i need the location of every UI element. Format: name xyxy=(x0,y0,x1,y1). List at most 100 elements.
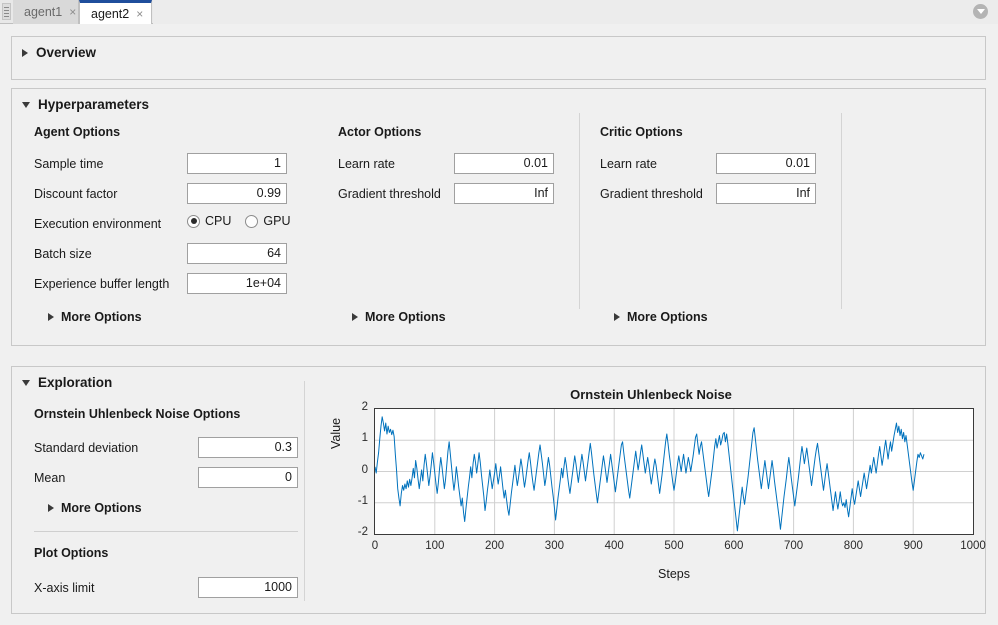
radio-gpu-label: GPU xyxy=(263,214,291,228)
exploration-divider xyxy=(34,531,298,532)
critic-more-options-label: More Options xyxy=(627,310,708,324)
chart-x-tick-label: 600 xyxy=(724,540,744,552)
exploration-controls-column: Ornstein Uhlenbeck Noise Options Standar… xyxy=(34,407,309,598)
tab-agent2[interactable]: agent2 × xyxy=(79,0,152,24)
chart-y-tick-label: -1 xyxy=(357,494,368,507)
execution-environment-radio-group: CPU GPU xyxy=(187,214,291,228)
critic-more-options-toggle[interactable]: More Options xyxy=(614,310,708,324)
section-exploration: Exploration Ornstein Uhlenbeck Noise Opt… xyxy=(11,366,986,614)
chart-x-tick-label: 200 xyxy=(485,540,505,552)
exploration-more-options-toggle[interactable]: More Options xyxy=(48,501,142,515)
chevron-right-icon xyxy=(352,313,358,321)
field-experience-buffer-length: Experience buffer length xyxy=(34,273,169,295)
experience-buffer-length-label: Experience buffer length xyxy=(34,277,170,291)
section-hyperparameters-title: Hyperparameters xyxy=(38,97,150,112)
critic-options-group-label: Critic Options xyxy=(600,125,683,139)
close-icon[interactable]: × xyxy=(136,8,143,20)
execution-environment-label: Execution environment xyxy=(34,217,162,231)
field-actor-learn-rate: Learn rate xyxy=(338,153,395,175)
field-critic-gradient-threshold: Gradient threshold xyxy=(600,183,703,205)
tab-bar-filler xyxy=(153,0,998,24)
standard-deviation-label: Standard deviation xyxy=(34,441,139,455)
column-divider xyxy=(579,113,580,309)
section-overview-title: Overview xyxy=(36,45,97,60)
tab-agent1[interactable]: agent1 × xyxy=(13,0,79,24)
chart-x-tick-label: 300 xyxy=(544,540,564,552)
chevron-right-icon xyxy=(48,313,54,321)
mean-label: Mean xyxy=(34,471,66,485)
actor-learn-rate-input[interactable]: 0.01 xyxy=(454,153,554,174)
chevron-right-icon xyxy=(48,504,54,512)
actor-gradient-threshold-input[interactable]: Inf xyxy=(454,183,554,204)
x-axis-limit-label: X-axis limit xyxy=(34,581,95,595)
chart-x-tick-label: 400 xyxy=(604,540,624,552)
agent-more-options-label: More Options xyxy=(61,310,142,324)
chart-x-tick-label: 900 xyxy=(903,540,923,552)
field-critic-learn-rate: Learn rate xyxy=(600,153,657,175)
radio-cpu-indicator xyxy=(187,214,200,228)
chevron-right-icon xyxy=(22,48,28,57)
section-hyperparameters-header[interactable]: Hyperparameters xyxy=(22,97,149,112)
chevron-down-icon xyxy=(22,101,30,108)
radio-cpu-label: CPU xyxy=(205,214,232,228)
section-hyperparameters: Hyperparameters Agent Options Sample tim… xyxy=(11,88,986,346)
chart-y-tick-label: 2 xyxy=(361,401,368,413)
critic-gradient-threshold-input[interactable]: Inf xyxy=(716,183,816,204)
chart-plot-area xyxy=(374,408,974,535)
sample-time-label: Sample time xyxy=(34,157,104,171)
chevron-down-glyph xyxy=(976,9,985,14)
section-overview-header[interactable]: Overview xyxy=(22,45,96,60)
field-x-axis-limit: X-axis limit xyxy=(34,577,94,599)
chevron-right-icon xyxy=(614,313,620,321)
field-sample-time: Sample time xyxy=(34,153,103,175)
agent-options-column: Agent Options Sample time 1 Discount fac… xyxy=(34,125,319,324)
panel-grip-handle[interactable] xyxy=(2,3,11,20)
actor-more-options-label: More Options xyxy=(365,310,446,324)
sample-time-input[interactable]: 1 xyxy=(187,153,287,174)
field-batch-size: Batch size xyxy=(34,243,92,265)
actor-options-group-label: Actor Options xyxy=(338,125,422,139)
field-actor-gradient-threshold: Gradient threshold xyxy=(338,183,441,205)
tab-bar: agent1 × agent2 × xyxy=(0,0,998,24)
chart-x-axis-label: Steps xyxy=(658,567,690,581)
x-axis-limit-input[interactable]: 1000 xyxy=(198,577,298,598)
experience-buffer-length-input[interactable]: 1e+04 xyxy=(187,273,287,294)
discount-factor-input[interactable]: 0.99 xyxy=(187,183,287,204)
batch-size-label: Batch size xyxy=(34,247,92,261)
actor-learn-rate-label: Learn rate xyxy=(338,157,395,171)
chart-x-tick-label: 500 xyxy=(664,540,684,552)
chart-y-tick-label: 0 xyxy=(361,463,368,476)
section-overview: Overview xyxy=(11,36,986,80)
critic-gradient-threshold-label: Gradient threshold xyxy=(600,187,703,201)
critic-learn-rate-label: Learn rate xyxy=(600,157,657,171)
section-exploration-title: Exploration xyxy=(38,375,113,390)
field-discount-factor: Discount factor xyxy=(34,183,117,205)
chevron-down-icon xyxy=(22,379,30,386)
radio-gpu-indicator xyxy=(245,214,259,228)
section-exploration-header[interactable]: Exploration xyxy=(22,375,112,390)
radio-gpu[interactable]: GPU xyxy=(245,214,291,228)
critic-learn-rate-input[interactable]: 0.01 xyxy=(716,153,816,174)
critic-options-column: Critic Options Learn rate 0.01 Gradient … xyxy=(600,125,860,324)
chart-x-tick-label: 100 xyxy=(425,540,445,552)
chart-title: Ornstein Uhlenbeck Noise xyxy=(570,387,732,402)
agent-more-options-toggle[interactable]: More Options xyxy=(48,310,142,324)
actor-gradient-threshold-label: Gradient threshold xyxy=(338,187,441,201)
plot-options-group-label: Plot Options xyxy=(34,546,109,560)
mean-input[interactable]: 0 xyxy=(198,467,298,488)
discount-factor-label: Discount factor xyxy=(34,187,118,201)
batch-size-input[interactable]: 64 xyxy=(187,243,287,264)
radio-cpu[interactable]: CPU xyxy=(187,214,231,228)
chart-y-axis-label: Value xyxy=(329,417,343,449)
actor-more-options-toggle[interactable]: More Options xyxy=(352,310,446,324)
standard-deviation-input[interactable]: 0.3 xyxy=(198,437,298,458)
chart-y-tick-label: -2 xyxy=(357,526,368,538)
column-divider xyxy=(841,113,842,309)
close-icon[interactable]: × xyxy=(69,6,76,18)
field-execution-environment: Execution environment xyxy=(34,213,161,235)
chart-x-tick-label: 1000 xyxy=(960,540,986,552)
chevron-down-circle-icon[interactable] xyxy=(973,4,988,19)
chart-x-tick-label: 800 xyxy=(843,540,863,552)
actor-options-column: Actor Options Learn rate 0.01 Gradient t… xyxy=(338,125,598,324)
chart-x-tick-label: 0 xyxy=(371,540,379,552)
